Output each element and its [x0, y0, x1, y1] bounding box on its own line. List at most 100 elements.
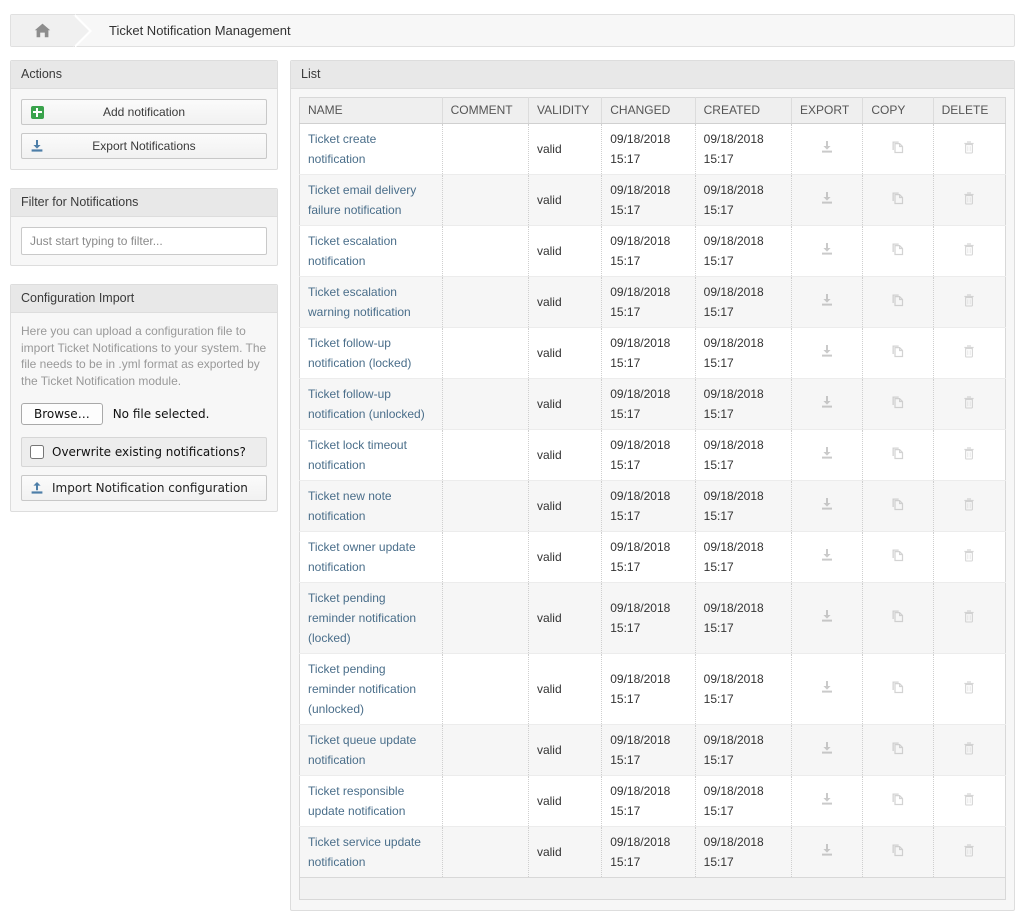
download-icon[interactable] — [818, 790, 836, 808]
copy-icon[interactable] — [889, 546, 907, 564]
notification-name-link[interactable]: Ticket pending reminder notification (un… — [308, 662, 416, 716]
trash-icon[interactable] — [960, 790, 978, 808]
download-icon[interactable] — [818, 841, 836, 859]
trash-icon[interactable] — [960, 841, 978, 859]
column-header-comment[interactable]: COMMENT — [442, 97, 529, 124]
trash-icon[interactable] — [960, 291, 978, 309]
export-notifications-button[interactable]: Export Notifications — [21, 133, 267, 159]
cell-changed: 09/18/2018 15:17 — [601, 429, 696, 481]
notification-name-link[interactable]: Ticket follow-up notification (unlocked) — [308, 387, 425, 421]
copy-icon[interactable] — [889, 138, 907, 156]
notification-name-link[interactable]: Ticket create notification — [308, 132, 376, 166]
download-icon[interactable] — [818, 240, 836, 258]
cell-comment — [442, 531, 529, 583]
cell-validity: valid — [528, 775, 603, 827]
cell-created: 09/18/2018 15:17 — [695, 429, 793, 481]
import-notification-configuration-button[interactable]: Import Notification configuration — [21, 475, 267, 501]
copy-icon[interactable] — [889, 444, 907, 462]
cell-copy — [862, 327, 934, 379]
copy-icon[interactable] — [889, 607, 907, 625]
overwrite-existing-checkbox[interactable] — [30, 445, 44, 459]
home-icon — [34, 23, 51, 38]
cell-export — [791, 327, 864, 379]
download-icon[interactable] — [818, 291, 836, 309]
notification-name-link[interactable]: Ticket responsible update notification — [308, 784, 405, 818]
download-icon[interactable] — [818, 342, 836, 360]
trash-icon[interactable] — [960, 138, 978, 156]
column-header-validity[interactable]: VALIDITY — [528, 97, 603, 124]
download-icon[interactable] — [818, 607, 836, 625]
cell-comment — [442, 174, 529, 226]
notification-name-link[interactable]: Ticket new note notification — [308, 489, 392, 523]
add-notification-button[interactable]: Add notification — [21, 99, 267, 125]
copy-icon[interactable] — [889, 189, 907, 207]
configuration-import-header: Configuration Import — [11, 285, 277, 313]
cell-export — [791, 276, 864, 328]
notification-name-link[interactable]: Ticket escalation warning notification — [308, 285, 411, 319]
trash-icon[interactable] — [960, 189, 978, 207]
cell-delete — [933, 174, 1006, 226]
trash-icon[interactable] — [960, 739, 978, 757]
trash-icon[interactable] — [960, 444, 978, 462]
trash-icon[interactable] — [960, 678, 978, 696]
download-icon[interactable] — [818, 138, 836, 156]
download-icon[interactable] — [818, 393, 836, 411]
breadcrumb: Ticket Notification Management — [10, 14, 1015, 48]
copy-icon[interactable] — [889, 739, 907, 757]
cell-created: 09/18/2018 15:17 — [695, 276, 793, 328]
column-header-created[interactable]: CREATED — [695, 97, 793, 124]
notification-name-link[interactable]: Ticket lock timeout notification — [308, 438, 407, 472]
overwrite-existing-checkbox-row[interactable]: Overwrite existing notifications? — [21, 437, 267, 467]
notification-name-link[interactable]: Ticket service update notification — [308, 835, 421, 869]
notification-name-link[interactable]: Ticket owner update notification — [308, 540, 416, 574]
copy-icon[interactable] — [889, 678, 907, 696]
cell-name: Ticket follow-up notification (locked) — [299, 327, 443, 379]
table-row: Ticket service update notification valid 0… — [299, 826, 1006, 878]
notification-name-link[interactable]: Ticket escalation notification — [308, 234, 397, 268]
trash-icon[interactable] — [960, 240, 978, 258]
copy-icon[interactable] — [889, 393, 907, 411]
download-icon[interactable] — [818, 495, 836, 513]
trash-icon[interactable] — [960, 342, 978, 360]
column-header-delete: DELETE — [933, 97, 1006, 124]
download-icon[interactable] — [818, 189, 836, 207]
trash-icon[interactable] — [960, 607, 978, 625]
notification-name-link[interactable]: Ticket follow-up notification (locked) — [308, 336, 411, 370]
column-header-name[interactable]: NAME — [299, 97, 443, 124]
page-title: Ticket Notification Management — [109, 23, 291, 38]
notification-name-link[interactable]: Ticket email delivery failure notificati… — [308, 183, 416, 217]
column-header-changed[interactable]: CHANGED — [601, 97, 696, 124]
column-header-export: EXPORT — [791, 97, 864, 124]
cell-created: 09/18/2018 15:17 — [695, 582, 793, 654]
main-content: List NAME COMMENT VALIDITY CHANGED CREAT… — [290, 60, 1015, 911]
copy-icon[interactable] — [889, 841, 907, 859]
cell-copy — [862, 225, 934, 277]
table-footer — [299, 878, 1006, 900]
copy-icon[interactable] — [889, 495, 907, 513]
overwrite-existing-label: Overwrite existing notifications? — [52, 445, 246, 459]
copy-icon[interactable] — [889, 291, 907, 309]
filter-input[interactable] — [21, 227, 267, 255]
download-icon[interactable] — [818, 739, 836, 757]
browse-button[interactable]: Browse… — [21, 403, 103, 425]
download-icon[interactable] — [818, 546, 836, 564]
table-row: Ticket email delivery failure notificati… — [299, 174, 1006, 226]
cell-copy — [862, 653, 934, 725]
filter-widget-body — [11, 217, 277, 265]
copy-icon[interactable] — [889, 240, 907, 258]
copy-icon[interactable] — [889, 342, 907, 360]
file-status-label: No file selected. — [112, 407, 210, 421]
download-icon[interactable] — [818, 678, 836, 696]
copy-icon[interactable] — [889, 790, 907, 808]
cell-validity: valid — [528, 123, 603, 175]
cell-validity: valid — [528, 174, 603, 226]
breadcrumb-home-link[interactable] — [11, 14, 92, 48]
cell-name: Ticket escalation notification — [299, 225, 443, 277]
trash-icon[interactable] — [960, 546, 978, 564]
trash-icon[interactable] — [960, 393, 978, 411]
notification-name-link[interactable]: Ticket queue update notification — [308, 733, 416, 767]
cell-comment — [442, 276, 529, 328]
download-icon[interactable] — [818, 444, 836, 462]
notification-name-link[interactable]: Ticket pending reminder notification (lo… — [308, 591, 416, 645]
trash-icon[interactable] — [960, 495, 978, 513]
